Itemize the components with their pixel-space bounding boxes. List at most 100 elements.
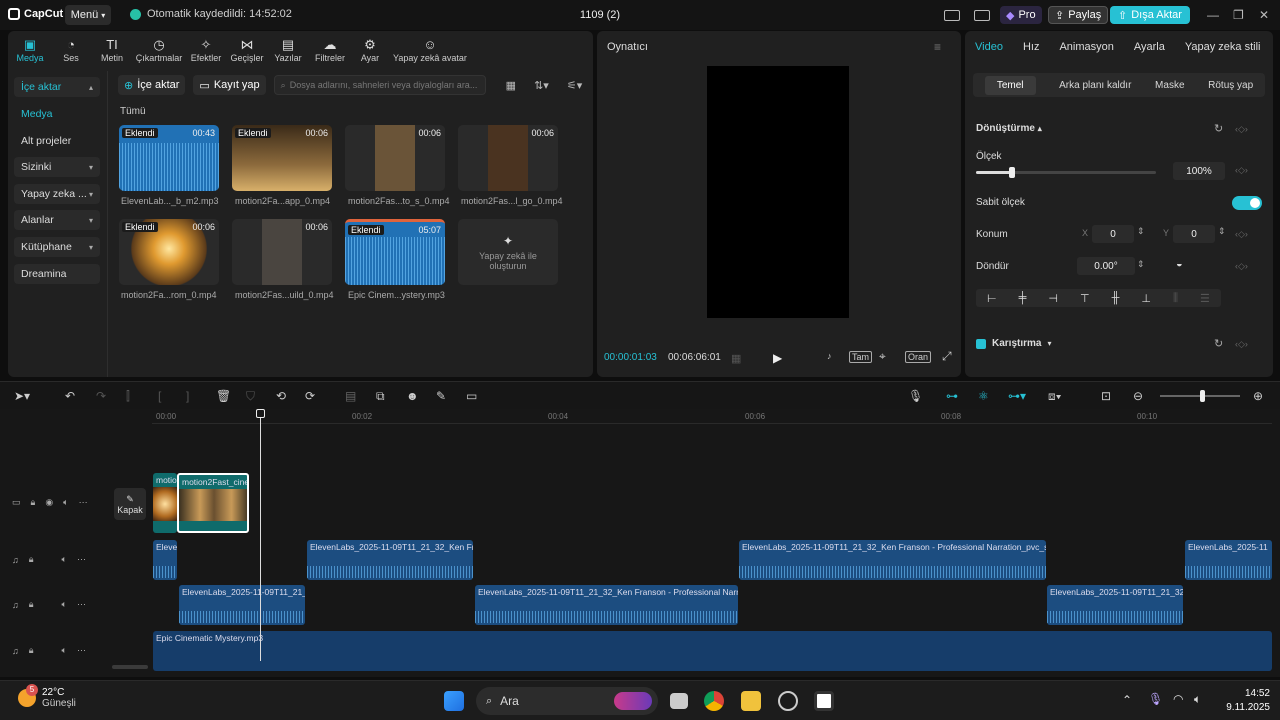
tab-video[interactable]: Video [965, 41, 1013, 53]
zoom-in-icon[interactable]: ⊕ [1253, 389, 1263, 403]
speaker-icon[interactable]: 🔈︎ [1194, 692, 1201, 707]
audio-track-icon[interactable]: ♫ [12, 646, 19, 656]
preview-axis-icon[interactable]: ⧈▾ [1048, 389, 1062, 404]
tab-speed[interactable]: Hız [1013, 41, 1050, 53]
delete-icon[interactable]: 🗑 [216, 389, 231, 403]
keyframe-icon[interactable]: ‹◇› [1235, 339, 1248, 350]
keyframe-icon[interactable]: ‹◇› [1235, 261, 1248, 272]
record-button[interactable]: ▭ Kayıt yap [193, 75, 266, 95]
audio-clip[interactable]: ElevenLabs_2025-11-09T11_21_32_Ken Frans… [739, 540, 1046, 580]
media-item[interactable]: 00:06 [232, 219, 332, 285]
recorder-icon[interactable] [778, 691, 798, 711]
split-icon[interactable]: ⫿ [126, 389, 130, 404]
zoom-slider-handle[interactable] [1200, 390, 1205, 402]
media-item[interactable]: Eklendi 00:06 [232, 125, 332, 191]
sidenav-library[interactable]: Kütüphane ▾ [14, 237, 100, 257]
full-quality-button[interactable]: Tam [849, 351, 873, 363]
tool-captions[interactable]: ▤ Yazılar [266, 31, 310, 65]
file-explorer-icon[interactable] [741, 691, 761, 711]
sidenav-yours[interactable]: Sizinki ▾ [14, 157, 100, 177]
transform-header[interactable]: Dönüştürme ▴ [976, 123, 1042, 134]
volume-icon[interactable]: 🔈︎ [62, 554, 67, 565]
align-center-h-icon[interactable]: ╪ [1019, 292, 1027, 304]
more-icon[interactable]: ⋯ [77, 554, 86, 565]
sidenav-dreamina[interactable]: Dreamina [14, 264, 100, 284]
capcut-app-icon[interactable] [814, 691, 834, 711]
tool-text[interactable]: TI Metin [90, 31, 134, 65]
timeline-scrollbar[interactable] [112, 665, 148, 669]
zoom-out-icon[interactable]: ⊖ [1133, 389, 1143, 403]
microphone-icon[interactable]: 🎙 [908, 389, 923, 403]
fit-icon[interactable]: ⊡ [1101, 389, 1111, 403]
tab-ai-style[interactable]: Yapay zeka stili [1175, 41, 1271, 53]
snap-icon[interactable]: ⊶▾ [1008, 389, 1026, 403]
clock[interactable]: 14:52 9.11.2025 [1214, 687, 1270, 715]
stepper-icon[interactable]: ⇕ [1137, 259, 1145, 270]
volume-icon[interactable]: 🔈︎ [62, 645, 67, 656]
reset-icon[interactable]: ↻ [1214, 337, 1223, 350]
ai-create-button[interactable]: ✦ Yapay zekâ ile oluşturun [458, 219, 558, 285]
export-button[interactable]: ⇧ Dışa Aktar [1110, 6, 1190, 24]
scale-slider[interactable] [976, 167, 1156, 178]
crop-icon[interactable]: ⟲ [276, 389, 286, 403]
grid-view-icon[interactable]: ▦ [506, 79, 516, 92]
tab-animation[interactable]: Animasyon [1049, 41, 1123, 53]
menu-button[interactable]: Menü ▾ [65, 5, 111, 25]
scale-input[interactable]: 100% [1173, 162, 1225, 180]
zoom-slider[interactable] [1160, 390, 1240, 402]
volume-icon[interactable]: 🔈︎ [63, 497, 68, 508]
keyboard-icon[interactable] [974, 9, 990, 21]
playhead[interactable] [260, 409, 261, 661]
uniform-scale-toggle[interactable] [1232, 196, 1262, 210]
more-icon[interactable]: ⋯ [77, 645, 86, 656]
tiktok-icon[interactable]: ♪ [827, 351, 832, 361]
link-icon[interactable]: ⚛ [978, 389, 989, 403]
tool-ai-avatar[interactable]: ☺ Yapay zekâ avatar [390, 31, 470, 65]
close-icon[interactable]: ✕ [1259, 8, 1269, 22]
align-left-icon[interactable]: ⊢ [987, 292, 997, 305]
microphone-icon[interactable]: 🎙 [1148, 692, 1163, 706]
sidenav-subprojects[interactable]: Alt projeler [14, 131, 100, 151]
media-item[interactable]: 00:06 [345, 125, 445, 191]
volume-icon[interactable]: 🔈︎ [62, 599, 67, 610]
blend-header[interactable]: Karıştırma ▾ [976, 338, 1051, 349]
tool-stickers[interactable]: ◷ Çıkartmalar [134, 31, 184, 65]
pro-button[interactable]: ◆ Pro [1000, 6, 1042, 24]
audio-clip[interactable]: ElevenLabs_2025-11-09T11_21_32_Ken Frans… [475, 585, 738, 625]
taskbar-search[interactable]: ⌕ Ara [476, 687, 658, 715]
select-tool-icon[interactable]: ➤▾ [14, 389, 30, 403]
more-icon[interactable]: ⋯ [79, 497, 88, 508]
chrome-icon[interactable] [704, 691, 724, 711]
weather-widget[interactable]: 5 22°C Güneşli [18, 684, 76, 709]
undo-icon[interactable]: ↶ [65, 389, 75, 403]
person-icon[interactable]: ☻ [406, 389, 419, 403]
focus-icon[interactable]: ⌖ [879, 349, 886, 364]
media-item[interactable]: Eklendi 05:07 [345, 219, 445, 285]
project-title[interactable]: 1109 (2) [540, 9, 660, 21]
main-track-magnet-icon[interactable]: ⊶ [946, 389, 958, 403]
position-x-input[interactable]: 0 [1092, 225, 1134, 243]
hd-icon[interactable]: ▭ [466, 389, 477, 403]
share-button[interactable]: ⇪ Paylaş [1048, 6, 1109, 24]
video-clip[interactable]: motio [153, 473, 177, 533]
media-search-input[interactable]: ⌕ Dosya adlarını, sahneleri veya diyalogl… [273, 75, 486, 95]
checkbox-checked-icon[interactable] [976, 338, 986, 349]
fullscreen-icon[interactable]: ⤢ [942, 349, 952, 364]
audio-track-icon[interactable]: ♫ [12, 555, 19, 565]
audio-track-icon[interactable]: ♫ [12, 600, 19, 610]
tab-adjust[interactable]: Ayarla [1124, 41, 1175, 53]
maximize-icon[interactable]: ❐ [1233, 8, 1244, 22]
lock-icon[interactable]: 🔒︎ [29, 554, 34, 565]
sidenav-media[interactable]: Medya [14, 104, 100, 124]
media-item[interactable]: 00:06 [458, 125, 558, 191]
shield-icon[interactable]: ⛉ [246, 389, 255, 404]
stepper-icon[interactable]: ⇕ [1137, 226, 1145, 237]
magic-wand-icon[interactable]: ✎ [436, 389, 446, 403]
subtab-mask[interactable]: Maske [1155, 80, 1184, 91]
sidenav-import[interactable]: İçe aktar ▴ [14, 77, 100, 97]
audio-clip[interactable]: ElevenLabs_2025-11 [1185, 540, 1272, 580]
audio-clip[interactable]: Eleven [153, 540, 177, 580]
track-thumb-icon[interactable]: ▭ [12, 497, 21, 508]
tool-transitions[interactable]: ⋈ Geçişler [228, 31, 266, 65]
align-right-icon[interactable]: ⊣ [1048, 292, 1058, 305]
